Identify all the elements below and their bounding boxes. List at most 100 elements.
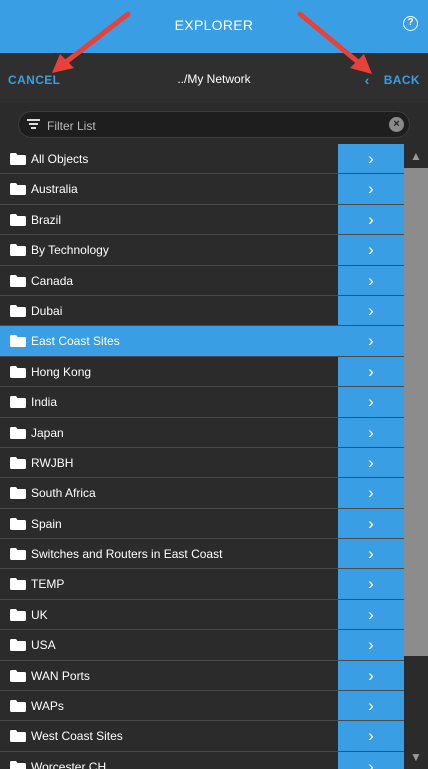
list-item[interactable]: Australia ›: [0, 174, 404, 205]
list-item-label: TEMP: [31, 577, 65, 592]
list-item-label: WAPs: [31, 699, 64, 714]
filter-field: ×: [18, 111, 410, 138]
list-item-label: Worcester CH: [31, 759, 107, 769]
title-bar: EXPLORER ?: [0, 0, 428, 53]
folder-icon: [10, 456, 26, 469]
list-item[interactable]: USA ›: [0, 630, 404, 661]
open-folder-button[interactable]: ›: [338, 387, 404, 417]
scroll-down-icon[interactable]: ▼: [404, 745, 428, 769]
open-folder-button[interactable]: ›: [338, 204, 404, 235]
open-folder-button[interactable]: ›: [338, 691, 404, 721]
list-item-label: Switches and Routers in East Coast: [31, 547, 223, 562]
open-folder-button[interactable]: ›: [338, 539, 404, 569]
list-item-label: West Coast Sites: [31, 729, 123, 744]
help-icon[interactable]: ?: [403, 16, 418, 31]
page-title: EXPLORER: [174, 17, 254, 33]
list-item-label: Spain: [31, 516, 62, 531]
list-item[interactable]: Worcester CH ›: [0, 751, 404, 769]
scrollbar[interactable]: ▲ ▼: [404, 144, 428, 769]
list-item[interactable]: Dubai ›: [0, 295, 404, 327]
folder-icon: [10, 396, 26, 409]
open-folder-button[interactable]: ›: [338, 569, 404, 599]
list-item-label: Brazil: [31, 212, 62, 227]
filter-icon: [27, 119, 40, 129]
list-item[interactable]: South Africa ›: [0, 478, 404, 509]
folder-icon: [10, 639, 26, 652]
list-item-label: RWJBH: [31, 455, 74, 470]
list-item[interactable]: Canada ›: [0, 265, 404, 296]
list-item[interactable]: Spain ›: [0, 508, 404, 540]
clear-icon[interactable]: ×: [389, 117, 404, 132]
open-folder-button[interactable]: ›: [338, 326, 404, 356]
list-item-label: WAN Ports: [31, 668, 90, 683]
folder-icon: [10, 760, 26, 769]
folder-icon: [10, 700, 26, 713]
scroll-up-icon[interactable]: ▲: [404, 144, 428, 168]
open-folder-button[interactable]: ›: [338, 295, 404, 326]
open-folder-button[interactable]: ›: [338, 630, 404, 660]
list-item[interactable]: All Objects ›: [0, 144, 404, 175]
folder-icon: [10, 274, 26, 287]
list-item-label: Japan: [31, 425, 64, 440]
open-folder-button[interactable]: ›: [338, 660, 404, 691]
list-item[interactable]: TEMP ›: [0, 569, 404, 600]
open-folder-button[interactable]: ›: [338, 235, 404, 265]
list-item[interactable]: WAPs ›: [0, 691, 404, 722]
folder-icon: [10, 153, 26, 165]
open-folder-button[interactable]: ›: [338, 599, 404, 630]
folder-icon: [10, 304, 26, 317]
open-folder-button[interactable]: ›: [338, 751, 404, 769]
list-item[interactable]: West Coast Sites ›: [0, 721, 404, 752]
folder-icon: [10, 517, 26, 530]
list-item-label: Australia: [31, 182, 78, 197]
list-item-label: East Coast Sites: [31, 334, 120, 349]
list-item[interactable]: By Technology ›: [0, 235, 404, 266]
open-folder-button[interactable]: ›: [338, 721, 404, 751]
list-item-label: India: [31, 395, 58, 410]
list-item-label: Hong Kong: [31, 364, 92, 379]
list-item[interactable]: India ›: [0, 387, 404, 418]
scrollbar-thumb[interactable]: [404, 168, 428, 656]
back-button[interactable]: ‹ BACK: [365, 72, 420, 88]
folder-icon: [10, 183, 26, 196]
list-item[interactable]: RWJBH ›: [0, 447, 404, 479]
folder-icon: [10, 669, 26, 682]
list-item[interactable]: UK ›: [0, 599, 404, 631]
back-label: BACK: [383, 73, 420, 87]
folder-icon: [10, 730, 26, 743]
open-folder-button[interactable]: ›: [338, 356, 404, 387]
list-item-label: USA: [31, 638, 56, 653]
list-item[interactable]: Switches and Routers in East Coast ›: [0, 539, 404, 570]
open-folder-button[interactable]: ›: [338, 174, 404, 204]
filter-input[interactable]: [45, 116, 379, 136]
folder-icon: [10, 335, 26, 348]
folder-icon: [10, 426, 26, 439]
list-item[interactable]: WAN Ports ›: [0, 660, 404, 692]
list-item[interactable]: Hong Kong ›: [0, 356, 404, 388]
list-item-label: Dubai: [31, 303, 63, 318]
open-folder-button[interactable]: ›: [338, 417, 404, 447]
list-item-label: South Africa: [31, 486, 96, 501]
folder-icon: [10, 213, 26, 226]
folder-icon: [10, 244, 26, 257]
folder-icon: [10, 578, 26, 591]
folder-icon: [10, 608, 26, 621]
open-folder-button[interactable]: ›: [338, 447, 404, 478]
chevron-left-icon: ‹: [364, 72, 370, 88]
filter-bar: ×: [0, 103, 428, 147]
navigation-bar: CANCEL ../My Network ‹ BACK: [0, 53, 428, 103]
open-folder-button[interactable]: ›: [338, 144, 404, 174]
folder-icon: [10, 365, 26, 378]
list-item[interactable]: East Coast Sites ›: [0, 326, 404, 357]
folder-icon: [10, 548, 26, 561]
folder-icon: [10, 487, 26, 500]
open-folder-button[interactable]: ›: [338, 478, 404, 508]
list-item-label: All Objects: [31, 152, 89, 166]
list-item[interactable]: Brazil ›: [0, 204, 404, 236]
open-folder-button[interactable]: ›: [338, 508, 404, 539]
list-item-label: UK: [31, 607, 48, 622]
folder-list: All Objects › Australia › Brazil › By Technolo…: [0, 144, 404, 769]
list-item-label: By Technology: [31, 243, 109, 258]
list-item[interactable]: Japan ›: [0, 417, 404, 448]
open-folder-button[interactable]: ›: [338, 265, 404, 295]
